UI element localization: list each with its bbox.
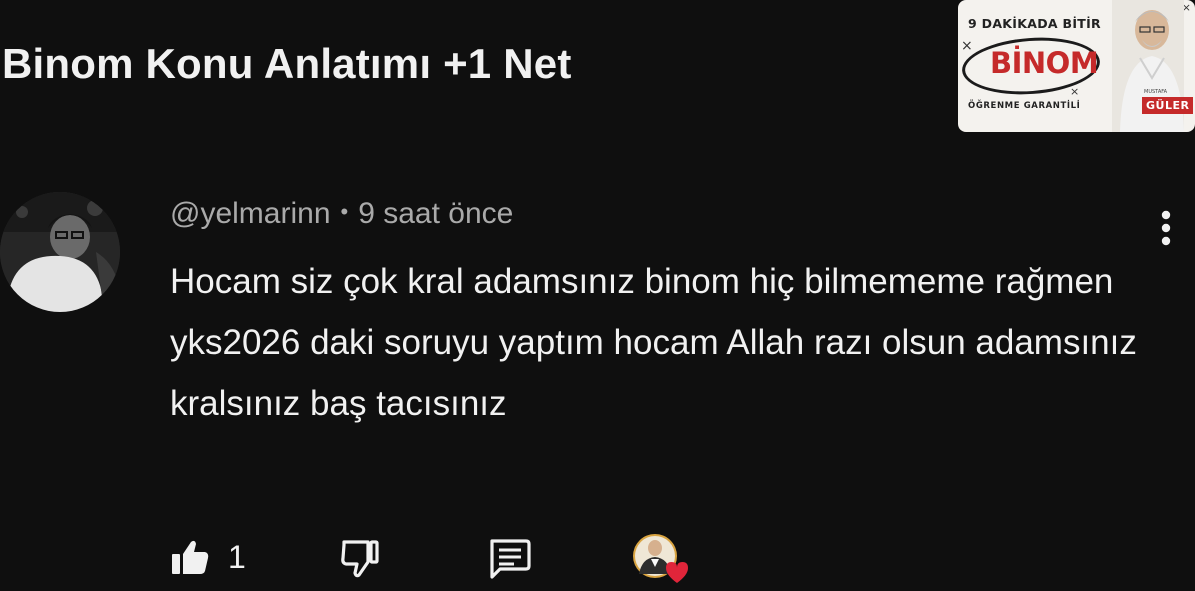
- meta-separator: •: [340, 199, 349, 224]
- vertical-dots-icon: [1161, 210, 1171, 246]
- reply-button[interactable]: [486, 537, 532, 579]
- comment-reply-icon: [490, 539, 531, 579]
- comment-timestamp[interactable]: 9 saat önce: [358, 197, 513, 230]
- thumbnail-bottom-text: ÖĞRENME GARANTİLİ: [968, 101, 1081, 111]
- avatar-image: [0, 192, 120, 312]
- more-options-button[interactable]: [1154, 208, 1178, 248]
- thumbnail-main-text: BİNOM: [990, 46, 1099, 80]
- comment-meta: @yelmarinn • 9 saat önce: [170, 197, 513, 231]
- creator-heart-badge[interactable]: [630, 530, 692, 586]
- like-button[interactable]: [170, 537, 210, 577]
- dislike-button[interactable]: [338, 537, 382, 579]
- thumbnail-top-text: 9 DAKİKADA BİTİR: [968, 16, 1101, 31]
- thumbnail-name-badge: GÜLER: [1142, 97, 1194, 114]
- thumbs-up-icon: [172, 540, 209, 574]
- thumbs-down-icon: [341, 540, 379, 578]
- comment-author[interactable]: @yelmarinn: [170, 197, 331, 230]
- creator-heart-icon: [633, 534, 688, 583]
- thumbnail-small-text: MUSTAFA: [1144, 89, 1168, 95]
- comment-actions: 1: [0, 525, 1195, 585]
- like-count: 1: [228, 539, 246, 575]
- video-thumbnail[interactable]: × 9 DAKİKADA BİTİR × BİNOM × ÖĞRENME GAR…: [958, 0, 1195, 132]
- avatar[interactable]: [0, 192, 120, 312]
- video-title: Binom Konu Anlatımı +1 Net: [2, 40, 572, 87]
- comment-text: Hocam siz çok kral adamsınız binom hiç b…: [170, 262, 1137, 423]
